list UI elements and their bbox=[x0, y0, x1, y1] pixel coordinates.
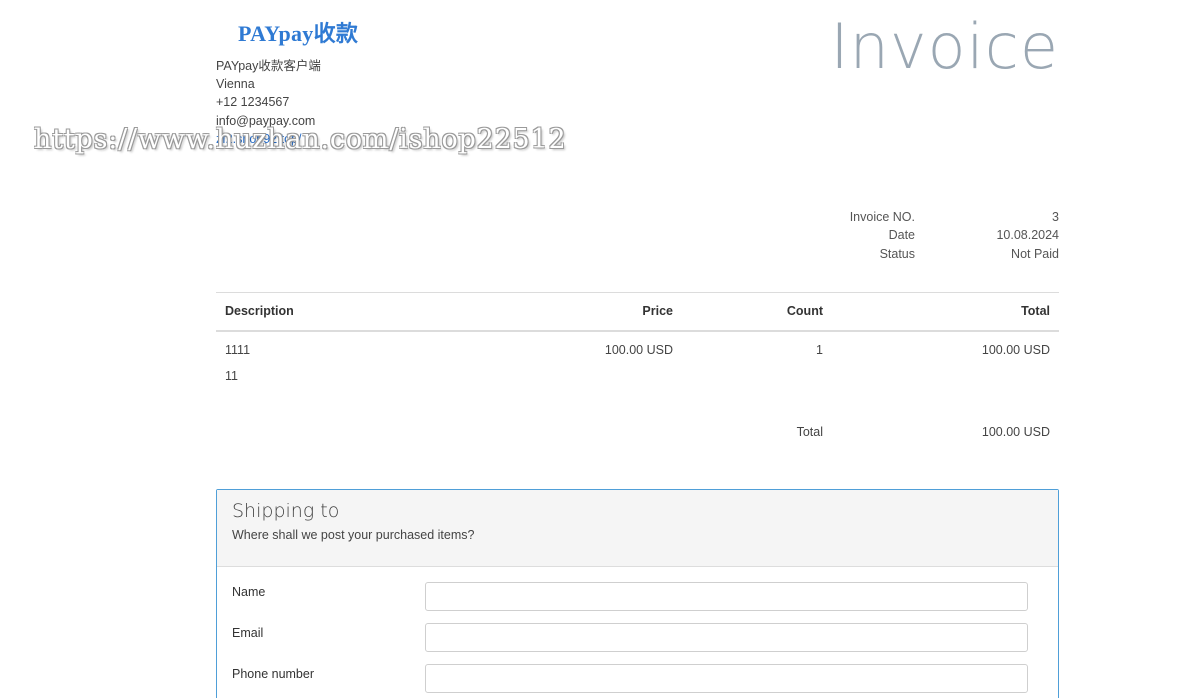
grand-total-value: 100.00 USD bbox=[981, 424, 1050, 439]
item-price: 100.00 USD bbox=[604, 343, 673, 357]
shipping-panel-header: Shipping to Where shall we post your pur… bbox=[217, 490, 1058, 567]
invoice-date-value: 10.08.2024 bbox=[996, 228, 1059, 243]
item-note: 11 bbox=[225, 368, 238, 383]
column-header-total: Total bbox=[832, 292, 1059, 332]
shipping-panel: Shipping to Where shall we post your pur… bbox=[216, 489, 1059, 698]
table-row: 1111 100.00 USD 1 100.00 USD bbox=[216, 331, 1059, 369]
invoice-number-label: Invoice NO. bbox=[849, 210, 915, 224]
email-label: Email bbox=[232, 626, 264, 640]
invoice-items-table: Description Price Count Total 1111 100.0… bbox=[216, 292, 1059, 447]
item-count: 1 bbox=[816, 343, 823, 357]
total-row: Total 100.00 USD bbox=[216, 417, 1059, 447]
brand-logo: PAYpay收款 bbox=[238, 21, 359, 46]
shipping-subtitle: Where shall we post your purchased items… bbox=[232, 528, 475, 542]
phone-label: Phone number bbox=[232, 667, 315, 681]
invoice-date-row: Date 10.08.2024 bbox=[760, 226, 1059, 244]
column-header-description: Description bbox=[216, 292, 476, 332]
watermark-text: https://www.huzhan.com/ishop22512 bbox=[34, 124, 567, 155]
company-name: PAYpay收款客户端 bbox=[216, 59, 321, 73]
invoice-status-value: Not Paid bbox=[1011, 246, 1059, 261]
item-description: 1111 bbox=[225, 343, 251, 357]
phone-input[interactable] bbox=[425, 664, 1028, 693]
company-city: Vienna bbox=[216, 77, 255, 92]
phone-field-row: Phone number bbox=[217, 664, 1058, 698]
item-total: 100.00 USD bbox=[981, 343, 1050, 357]
name-field-row: Name bbox=[217, 582, 1058, 623]
invoice-status-label: Status bbox=[879, 246, 915, 261]
company-phone: +12 1234567 bbox=[216, 95, 290, 110]
email-input[interactable] bbox=[425, 623, 1028, 652]
grand-total-label: Total bbox=[796, 424, 823, 439]
invoice-number-value: 3 bbox=[1052, 210, 1059, 224]
shipping-form: Name Email Phone number bbox=[217, 567, 1058, 698]
column-header-price: Price bbox=[476, 292, 682, 332]
invoice-status-row: Status Not Paid bbox=[760, 245, 1059, 263]
invoice-number-row: Invoice NO. 3 bbox=[760, 208, 1059, 226]
column-header-count: Count bbox=[682, 292, 832, 332]
table-header-row: Description Price Count Total bbox=[216, 292, 1059, 332]
name-label: Name bbox=[232, 585, 266, 599]
name-input[interactable] bbox=[425, 582, 1028, 611]
table-row-note: 11 bbox=[216, 369, 1059, 391]
email-field-row: Email bbox=[217, 623, 1058, 664]
invoice-date-label: Date bbox=[888, 228, 915, 243]
invoice-meta: Invoice NO. 3 Date 10.08.2024 Status Not… bbox=[760, 208, 1059, 263]
invoice-title: Invoice bbox=[830, 10, 1059, 83]
shipping-title: Shipping to bbox=[232, 500, 340, 522]
